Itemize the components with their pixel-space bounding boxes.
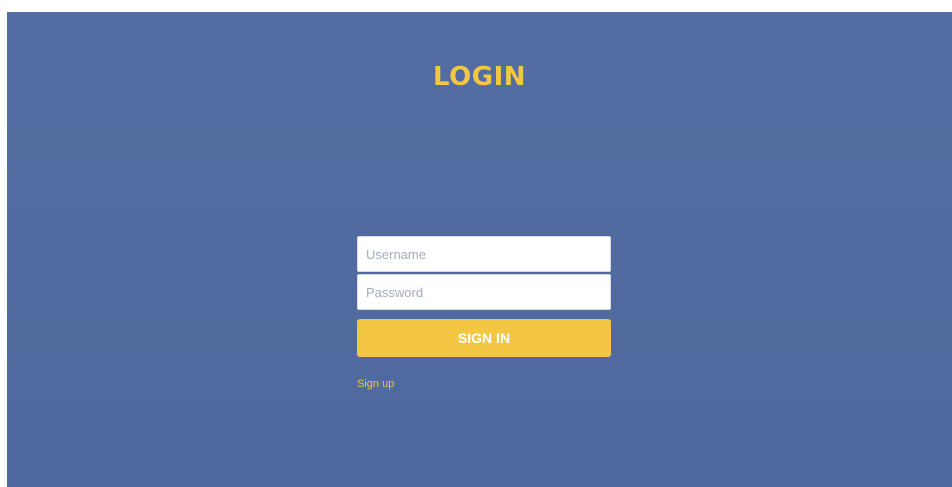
- username-input[interactable]: [357, 236, 611, 272]
- signup-link[interactable]: Sign up: [357, 378, 394, 390]
- signin-button[interactable]: SIGN IN: [357, 319, 611, 357]
- page-title: LOGIN: [432, 62, 527, 92]
- login-form: SIGN IN: [357, 236, 611, 357]
- login-page: LOGIN SIGN IN Sign up: [7, 12, 952, 487]
- password-input[interactable]: [357, 274, 611, 310]
